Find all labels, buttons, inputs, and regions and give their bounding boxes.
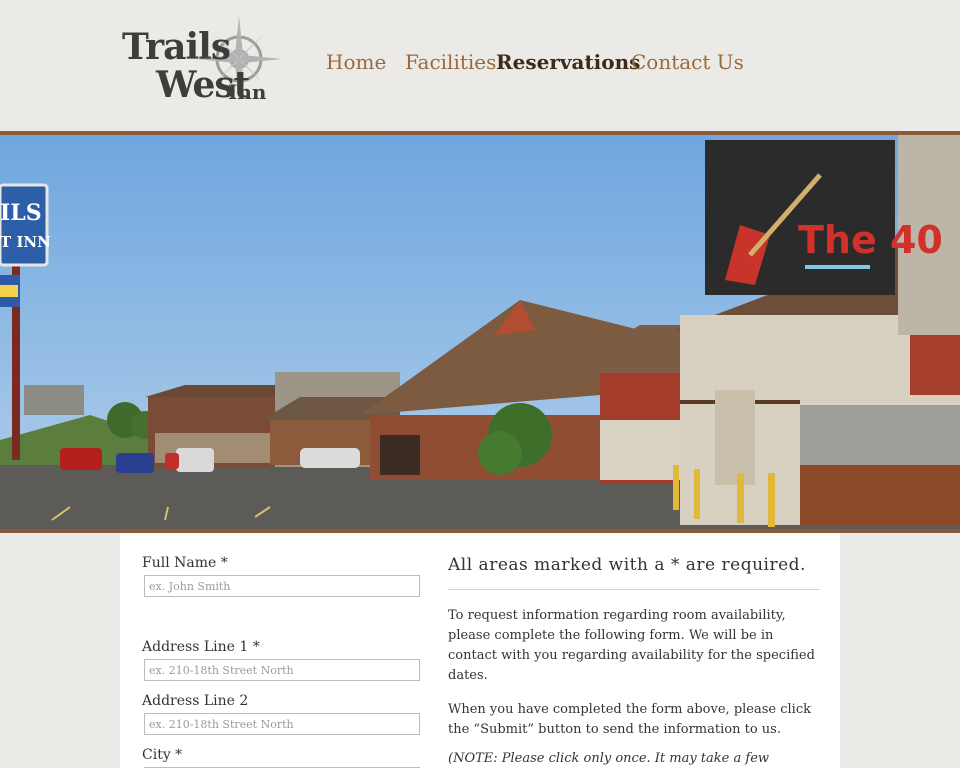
site-header: Trails West Inn Home Facilities Reservat… <box>0 0 960 131</box>
reservation-info: All areas marked with a * are required. … <box>448 555 820 768</box>
full-name-input[interactable] <box>144 575 420 597</box>
required-fields-note: All areas marked with a * are required. <box>448 555 820 590</box>
address-line-2-label: Address Line 2 <box>142 693 249 709</box>
nav-link-reservations[interactable]: Reservations <box>496 50 640 74</box>
reservation-content: Full Name * Address Line 1 * Address Lin… <box>120 533 840 768</box>
hotel-banner-photo: The 40 ILS T INN <box>0 135 960 529</box>
pole-sign-top-text: ILS <box>0 200 42 226</box>
info-note-click-once: (NOTE: Please click only once. It may ta… <box>448 751 770 766</box>
the-40-sign-text: The 40 <box>798 218 943 262</box>
address-line-1-label: Address Line 1 * <box>142 639 260 655</box>
hotel-exterior-illustration: The 40 ILS T INN <box>0 135 960 529</box>
address-line-1-input[interactable] <box>144 659 420 681</box>
nav-link-contact-us[interactable]: Contact Us <box>631 50 744 74</box>
pole-sign-bottom-text: T INN <box>0 233 51 251</box>
nav-link-home[interactable]: Home <box>326 50 386 74</box>
full-name-label: Full Name * <box>142 555 228 571</box>
logo-word-trails: Trails <box>122 26 231 68</box>
city-label: City * <box>142 747 183 763</box>
nav-link-facilities[interactable]: Facilities <box>405 50 496 74</box>
info-paragraph-submit: When you have completed the form above, … <box>448 702 811 737</box>
info-paragraph-request: To request information regarding room av… <box>448 608 815 683</box>
address-line-2-input[interactable] <box>144 713 420 735</box>
trails-west-inn-logo[interactable]: Trails West Inn <box>118 14 283 109</box>
logo-word-inn: Inn <box>228 80 267 104</box>
